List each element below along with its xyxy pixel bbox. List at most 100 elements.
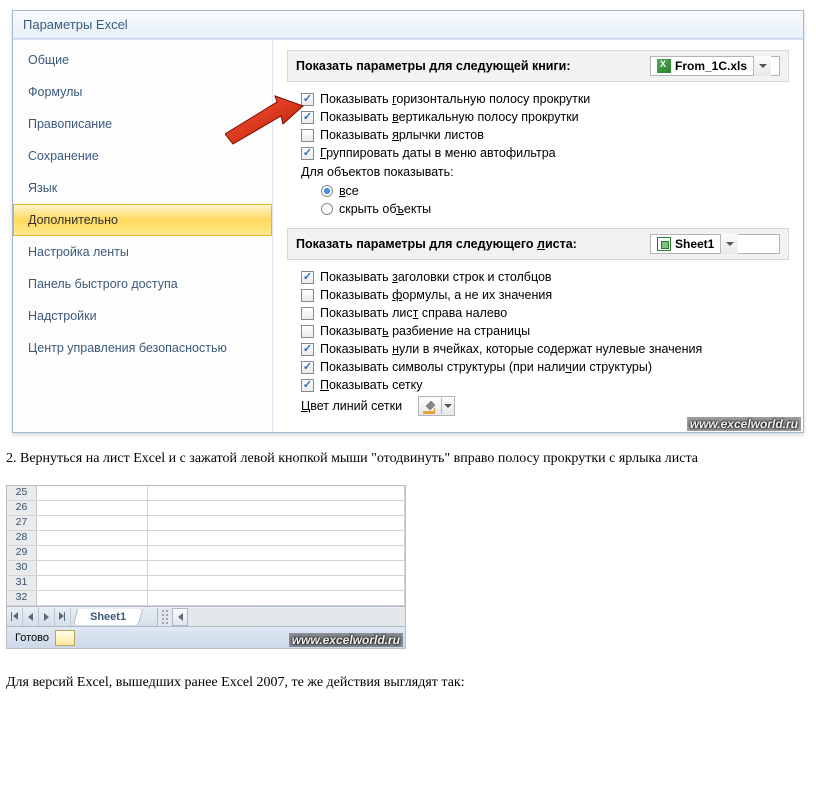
chevron-down-icon <box>444 404 452 408</box>
sheet-row: 30 <box>7 561 405 576</box>
nav-next-button[interactable] <box>39 608 55 626</box>
nav-first-button[interactable] <box>7 608 23 626</box>
sidebar-item[interactable]: Правописание <box>13 108 272 140</box>
option-label: Показывать заголовки строк и столбцов <box>320 270 552 284</box>
sheet-row: 25 <box>7 486 405 501</box>
watermark: www.excelworld.ru <box>687 417 801 431</box>
scroll-left-button[interactable] <box>172 608 188 626</box>
row-header[interactable]: 32 <box>7 591 37 605</box>
row-header[interactable]: 28 <box>7 531 37 545</box>
cell-area[interactable] <box>37 546 405 560</box>
excel-file-icon <box>657 59 671 73</box>
checkbox-option[interactable]: Показывать нули в ячейках, которые содер… <box>287 340 789 358</box>
checkbox-option[interactable]: Показывать горизонтальную полосу прокрут… <box>287 90 789 108</box>
sheet-row: 29 <box>7 546 405 561</box>
checkbox-option[interactable]: Показывать сетку <box>287 376 789 394</box>
paint-bucket-icon <box>421 398 439 414</box>
chevron-down-icon[interactable] <box>753 56 771 76</box>
checkbox-icon <box>301 343 314 356</box>
cell-area[interactable] <box>37 501 405 515</box>
cell-area[interactable] <box>37 591 405 605</box>
cell-area[interactable] <box>37 561 405 575</box>
option-label: Группировать даты в меню автофильтра <box>320 146 556 160</box>
option-label: Показывать формулы, а не их значения <box>320 288 552 302</box>
checkbox-option[interactable]: Показывать разбиение на страницы <box>287 322 789 340</box>
checkbox-icon <box>301 361 314 374</box>
option-label: Показывать разбиение на страницы <box>320 324 530 338</box>
option-label: Показывать нули в ячейках, которые содер… <box>320 342 702 356</box>
checkbox-option[interactable]: Показывать лист справа налево <box>287 304 789 322</box>
sheet-row: 32 <box>7 591 405 606</box>
checkbox-icon <box>301 129 314 142</box>
row-header[interactable]: 26 <box>7 501 37 515</box>
checkbox-option[interactable]: Группировать даты в меню автофильтра <box>287 144 789 162</box>
sidebar-item[interactable]: Формулы <box>13 76 272 108</box>
sidebar-item[interactable]: Сохранение <box>13 140 272 172</box>
radio-option[interactable]: все <box>287 182 789 200</box>
workbook-section-header: Показать параметры для следующей книги: … <box>287 50 789 82</box>
nav-prev-button[interactable] <box>23 608 39 626</box>
radio-icon <box>321 203 333 215</box>
checkbox-option[interactable]: Показывать заголовки строк и столбцов <box>287 268 789 286</box>
workbook-heading: Показать параметры для следующей книги: <box>296 59 571 73</box>
sheet-heading: Показать параметры для следующего листа: <box>296 237 577 251</box>
checkbox-icon <box>301 111 314 124</box>
checkbox-option[interactable]: Показывать вертикальную полосу прокрутки <box>287 108 789 126</box>
sidebar-item[interactable]: Дополнительно <box>13 204 272 236</box>
checkbox-option[interactable]: Показывать формулы, а не их значения <box>287 286 789 304</box>
sheet-tab[interactable]: Sheet1 <box>73 609 143 625</box>
checkbox-icon <box>301 147 314 160</box>
nav-last-button[interactable] <box>55 608 71 626</box>
checkbox-icon <box>301 379 314 392</box>
sheet-dropdown[interactable]: Sheet1 <box>650 234 780 254</box>
sheet-dropdown-value: Sheet1 <box>675 237 714 251</box>
checkbox-option[interactable]: Показывать символы структуры (при наличи… <box>287 358 789 376</box>
sidebar-item[interactable]: Язык <box>13 172 272 204</box>
dialog-main: Показать параметры для следующей книги: … <box>273 40 803 432</box>
radio-icon <box>321 185 333 197</box>
status-text: Готово <box>15 632 49 644</box>
sheet-section-header: Показать параметры для следующего листа:… <box>287 228 789 260</box>
row-header[interactable]: 31 <box>7 576 37 590</box>
cell-area[interactable] <box>37 486 405 500</box>
sidebar-item[interactable]: Общие <box>13 44 272 76</box>
workbook-dropdown[interactable]: From_1C.xls <box>650 56 780 76</box>
option-label: Показывать ярлычки листов <box>320 128 484 142</box>
checkbox-icon <box>301 325 314 338</box>
excel-options-dialog: Параметры Excel ОбщиеФормулыПравописание… <box>12 10 804 433</box>
sidebar-item[interactable]: Панель быстрого доступа <box>13 268 272 300</box>
checkbox-icon <box>301 307 314 320</box>
row-header[interactable]: 29 <box>7 546 37 560</box>
sidebar-item[interactable]: Надстройки <box>13 300 272 332</box>
row-header[interactable]: 30 <box>7 561 37 575</box>
dialog-title: Параметры Excel <box>13 11 803 39</box>
sheet-tab-bar: Sheet1 <box>7 606 405 626</box>
cell-area[interactable] <box>37 531 405 545</box>
cell-area[interactable] <box>37 516 405 530</box>
horizontal-scrollbar[interactable] <box>157 608 405 626</box>
chevron-down-icon[interactable] <box>720 234 738 254</box>
checkbox-icon <box>301 289 314 302</box>
article-text-2: Для версий Excel, вышедших ранее Excel 2… <box>0 649 816 701</box>
sidebar-item[interactable]: Настройка ленты <box>13 236 272 268</box>
excel-sheet-screenshot: 2526272829303132 Sheet1 Готово www.excel… <box>6 485 406 649</box>
option-label: Показывать лист справа налево <box>320 306 507 320</box>
option-label: Показывать символы структуры (при наличи… <box>320 360 652 374</box>
sidebar-item[interactable]: Центр управления безопасностью <box>13 332 272 364</box>
grid-color-picker[interactable] <box>418 396 455 416</box>
checkbox-icon <box>301 93 314 106</box>
sheet-icon <box>657 237 671 251</box>
grid-color-row: Цвет линий сетки <box>287 394 789 418</box>
checkbox-option[interactable]: Показывать ярлычки листов <box>287 126 789 144</box>
row-header[interactable]: 25 <box>7 486 37 500</box>
option-label: Показывать вертикальную полосу прокрутки <box>320 110 579 124</box>
option-label: Показывать сетку <box>320 378 422 392</box>
macro-record-button[interactable] <box>55 630 75 646</box>
cell-area[interactable] <box>37 576 405 590</box>
workbook-dropdown-value: From_1C.xls <box>675 59 747 73</box>
radio-option[interactable]: скрыть объекты <box>287 200 789 218</box>
row-header[interactable]: 27 <box>7 516 37 530</box>
option-label: Показывать горизонтальную полосу прокрут… <box>320 92 590 106</box>
dialog-sidebar: ОбщиеФормулыПравописаниеСохранениеЯзыкДо… <box>13 40 273 432</box>
option-label: скрыть объекты <box>339 202 431 216</box>
